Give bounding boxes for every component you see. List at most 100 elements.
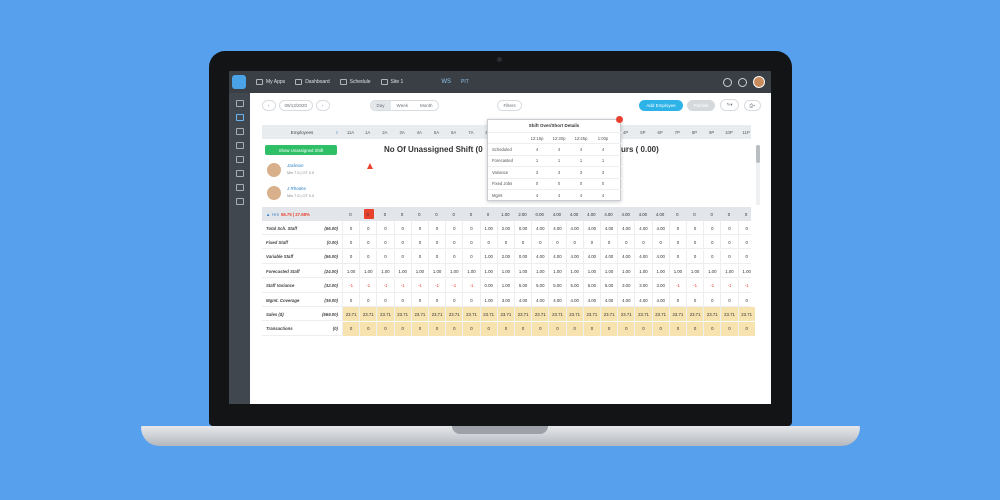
date-picker[interactable]: 09/13/2020 bbox=[278, 99, 314, 111]
metric-cell: 0 bbox=[342, 235, 359, 250]
settings-icon[interactable] bbox=[738, 77, 747, 87]
hours-cell: 4.00 bbox=[552, 211, 562, 217]
metric-row: Fixed Staff (0.00) 0 0 0 0 0 0 0 0 0 0 0 0 0 0 0 0 0 0 0 0 0 0 0… bbox=[262, 235, 751, 250]
metric-cell: 0 bbox=[634, 321, 652, 336]
publish-button[interactable]: Publish bbox=[686, 99, 716, 111]
next-date-button[interactable]: › bbox=[316, 99, 330, 111]
hours-cell: 1.00 bbox=[501, 211, 510, 217]
metric-cell: 0 bbox=[428, 221, 445, 235]
tools-button[interactable]: ✎▾ bbox=[720, 99, 739, 111]
print-button[interactable]: ⎙▾ bbox=[743, 99, 761, 111]
metric-cell: 1.00 bbox=[651, 264, 669, 279]
metric-cell: 0 bbox=[410, 293, 428, 307]
metric-cell: 5.00 bbox=[514, 278, 531, 293]
user-avatar[interactable] bbox=[753, 76, 765, 88]
search-icon[interactable]: ⌕ bbox=[332, 125, 342, 139]
employee-hours: Min 7.5 | OT 0.0 bbox=[287, 171, 315, 175]
metric-cell: 4.00 bbox=[651, 293, 669, 307]
employee-hours: Min 7.5 | OT 0.0 bbox=[287, 194, 315, 198]
metric-cell: 5.00 bbox=[565, 278, 583, 293]
metric-cell: 5.00 bbox=[548, 278, 565, 293]
hour-column-header: 9P bbox=[709, 129, 715, 135]
help-icon[interactable] bbox=[723, 77, 732, 87]
employee-photo bbox=[267, 163, 281, 177]
metric-cell: 0 bbox=[720, 249, 737, 264]
team-icon[interactable] bbox=[235, 142, 244, 149]
employee-row[interactable]: J Rhodes Min 7.5 | OT 0.0 bbox=[265, 182, 343, 204]
network-icon[interactable] bbox=[235, 170, 244, 177]
metric-cell: -1 bbox=[686, 278, 703, 293]
metric-cell: 0 bbox=[686, 221, 703, 235]
metric-cell: 0 bbox=[410, 249, 428, 264]
metric-cell: 4.00 bbox=[531, 249, 548, 264]
employee-name[interactable]: Jackson bbox=[287, 163, 304, 168]
nav-dashboard[interactable]: Dashboard bbox=[295, 79, 330, 85]
popup-row-label: Forecasted bbox=[492, 158, 513, 163]
hour-column-header: 11P bbox=[742, 129, 750, 135]
popup-row: Mgmt 4 4 4 4 bbox=[488, 189, 622, 199]
hours-cell: 0 bbox=[418, 211, 421, 217]
nav-schedule[interactable]: Schedule bbox=[339, 79, 371, 85]
employee-photo bbox=[267, 186, 281, 200]
scrollbar-thumb[interactable] bbox=[756, 145, 760, 163]
home-icon[interactable] bbox=[235, 100, 244, 107]
popup-cell: 3 bbox=[557, 169, 561, 175]
metric-cell: 0 bbox=[720, 221, 737, 235]
close-icon[interactable] bbox=[616, 116, 623, 123]
user-icon[interactable] bbox=[235, 156, 244, 163]
popup-cell: 1 bbox=[601, 158, 605, 163]
metric-cell: 1.00 bbox=[462, 264, 479, 279]
hours-cell: 4.00 bbox=[621, 211, 630, 217]
metric-cell: 23.71 bbox=[376, 307, 394, 322]
view-week[interactable]: Week bbox=[391, 101, 414, 110]
popup-row-label: Mgmt bbox=[492, 192, 503, 198]
employee-row[interactable]: Jackson Min 7.5 | OT 0.0 bbox=[265, 159, 373, 181]
metric-cell: 0 bbox=[410, 235, 428, 250]
metric-cell: 1.00 bbox=[359, 264, 376, 279]
metric-cell: 4.00 bbox=[565, 221, 583, 235]
metric-cell: 23.71 bbox=[479, 307, 497, 322]
report-icon[interactable] bbox=[235, 198, 244, 205]
metric-cell: 0 bbox=[462, 293, 479, 307]
filters-button[interactable]: Filters bbox=[497, 99, 522, 111]
metric-cell: 23.71 bbox=[496, 307, 514, 322]
metric-cell: 0 bbox=[531, 235, 548, 250]
popup-header-row: 12:15p 12:30p 12:45p 1:00p bbox=[488, 132, 622, 142]
popup-cell: 4 bbox=[535, 192, 539, 198]
metric-cell: 0 bbox=[668, 221, 686, 235]
metric-cell: 1.00 bbox=[703, 264, 720, 279]
metric-cell: -1 bbox=[668, 278, 686, 293]
employee-name[interactable]: J Rhodes bbox=[287, 186, 306, 191]
view-day[interactable]: Day bbox=[370, 100, 391, 110]
metric-cell: 0 bbox=[565, 235, 583, 250]
schedule-icon[interactable] bbox=[235, 114, 244, 121]
popup-column-header: 12:45p bbox=[574, 135, 588, 141]
metric-cell: 2.00 bbox=[496, 249, 514, 264]
metric-cell: 23.71 bbox=[393, 307, 411, 322]
metric-cell: 0 bbox=[686, 235, 703, 250]
vertical-scrollbar[interactable] bbox=[756, 145, 760, 205]
metric-cell: 4.00 bbox=[651, 249, 669, 264]
metric-cell: 0 bbox=[737, 249, 755, 264]
metric-cell: 0 bbox=[410, 321, 428, 336]
popup-row-label: Variance bbox=[492, 169, 509, 175]
hours-cell: 0 bbox=[744, 211, 748, 217]
nav-site[interactable]: Site 1 bbox=[380, 79, 403, 85]
popup-cell: 4 bbox=[535, 146, 539, 152]
add-employee-button[interactable]: Add Employee bbox=[639, 99, 683, 111]
hours-cell: 0 bbox=[383, 211, 387, 217]
metric-cell: 1.00 bbox=[600, 264, 617, 279]
show-unassigned-button[interactable]: Show Unassigned Shift bbox=[265, 145, 337, 155]
app-logo[interactable] bbox=[232, 75, 246, 89]
nav-my-apps[interactable]: My Apps bbox=[256, 79, 285, 85]
view-month[interactable]: Month bbox=[414, 101, 439, 110]
prev-date-button[interactable]: ‹ bbox=[262, 99, 276, 111]
sidebar bbox=[229, 93, 250, 404]
metric-row: Sales ($) (569.00) 23.71 23.71 23.71 23.71 23.… bbox=[262, 307, 755, 322]
metric-cell: -1 bbox=[720, 278, 737, 293]
metric-cell: 23.71 bbox=[359, 307, 377, 322]
popup-cell: 3 bbox=[601, 169, 605, 175]
clock-icon[interactable] bbox=[235, 128, 244, 135]
copy-icon[interactable] bbox=[235, 184, 244, 191]
metric-cell: 0 bbox=[668, 321, 686, 336]
